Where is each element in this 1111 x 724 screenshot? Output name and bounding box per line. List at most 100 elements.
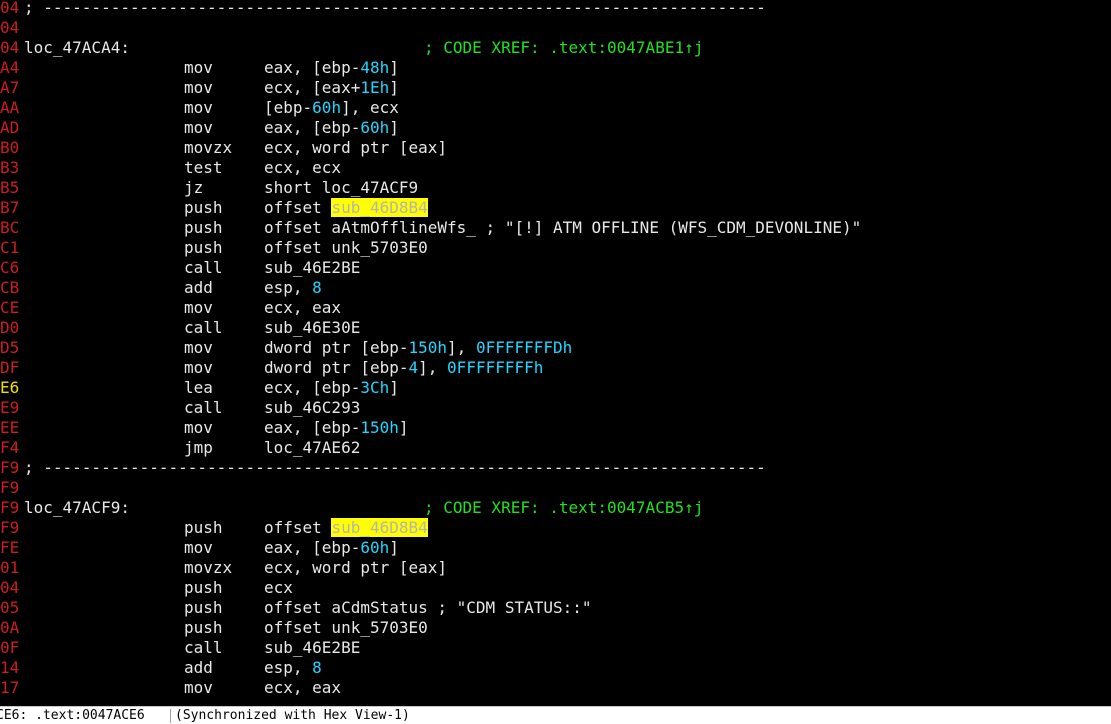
instruction-line[interactable]: FE mov eax, [ebp-60h] (0, 538, 1111, 558)
separator-comment: ; --------------------------------------… (24, 0, 766, 17)
status-divider (170, 709, 171, 723)
instruction-line[interactable]: A4 mov eax, [ebp-48h] (0, 58, 1111, 78)
instruction-mnemonic: mov (184, 538, 213, 557)
label-line[interactable]: F9 loc_47ACF9: ; CODE XREF: .text:0047ACB5… (0, 498, 1111, 518)
instruction-mnemonic: mov (184, 98, 213, 117)
instruction-line[interactable]: D5 mov dword ptr [ebp-150h], 0FFFFFFFDh (0, 338, 1111, 358)
line-address: D5 (0, 338, 20, 357)
xref-comment[interactable]: ; CODE XREF: .text:0047ABE1↑j (424, 38, 703, 58)
instruction-operands[interactable]: [ebp-60h], ecx (264, 98, 399, 118)
instruction-line[interactable]: C1 push offset unk_5703E0 (0, 238, 1111, 258)
instruction-line[interactable]: 0F call sub_46E2BE (0, 638, 1111, 658)
instruction-operands[interactable]: sub_46C293 (264, 398, 360, 418)
instruction-line[interactable]: D0 call sub_46E30E (0, 318, 1111, 338)
numeric-operand: 48h (360, 58, 390, 77)
separator-comment: ; --------------------------------------… (24, 458, 766, 477)
instruction-line[interactable]: 14 add esp, 8 (0, 658, 1111, 678)
instruction-operands[interactable]: ecx, word ptr [eax] (264, 558, 447, 578)
instruction-operands[interactable]: ecx, [eax+1Eh] (264, 78, 399, 98)
label-line[interactable]: 04 loc_47ACA4: ; CODE XREF: .text:0047ABE1… (0, 38, 1111, 58)
separator-line[interactable]: 04; ------------------------------------… (0, 0, 1111, 18)
instruction-line[interactable]: 17 mov ecx, eax (0, 678, 1111, 698)
instruction-line[interactable]: CE mov ecx, eax (0, 298, 1111, 318)
numeric-operand: 3Ch (360, 378, 390, 397)
operand-text: ecx, [ebp- (264, 378, 361, 397)
status-sync-info: (Synchronized with Hex View-1) (175, 708, 410, 723)
highlighted-symbol[interactable]: sub_46D8B4 (331, 198, 428, 217)
instruction-operands[interactable]: offset sub_46D8B4 (264, 518, 428, 538)
numeric-operand: 4 (408, 358, 419, 377)
instruction-line[interactable]: AD mov eax, [ebp-60h] (0, 118, 1111, 138)
instruction-operands[interactable]: loc_47AE62 (264, 438, 360, 458)
operand-text: ecx, eax (264, 678, 342, 697)
instruction-operands[interactable]: eax, [ebp-60h] (264, 118, 399, 138)
instruction-operands[interactable]: offset sub_46D8B4 (264, 198, 428, 218)
instruction-operands[interactable]: sub_46E2BE (264, 638, 360, 658)
instruction-line[interactable]: 0A push offset unk_5703E0 (0, 618, 1111, 638)
instruction-operands[interactable]: ecx, eax (264, 298, 341, 318)
blank-line[interactable]: 04 (0, 18, 1111, 38)
instruction-line[interactable]: 05 push offset aCdmStatus ; "CDM STATUS::" (0, 598, 1111, 618)
instruction-line[interactable]: E6 lea ecx, [ebp-3Ch] (0, 378, 1111, 398)
instruction-operands[interactable]: offset aCdmStatus ; "CDM STATUS::" (264, 598, 592, 618)
instruction-line[interactable]: BC push offset aAtmOfflineWfs_ ; "[!] ATM … (0, 218, 1111, 238)
line-address: 04 (0, 0, 20, 17)
disassembly-view[interactable]: 04; ------------------------------------… (0, 0, 1111, 708)
separator-line[interactable]: F9; ------------------------------------… (0, 458, 1111, 478)
instruction-operands[interactable]: offset unk_5703E0 (264, 618, 428, 638)
instruction-operands[interactable]: dword ptr [ebp-150h], 0FFFFFFFDh (264, 338, 572, 358)
instruction-line[interactable]: F4 jmp loc_47AE62 (0, 438, 1111, 458)
blank-line[interactable]: F9 (0, 478, 1111, 498)
instruction-line[interactable]: B3 test ecx, ecx (0, 158, 1111, 178)
xref-comment[interactable]: ; CODE XREF: .text:0047ACB5↑j (424, 498, 703, 518)
instruction-line[interactable]: EE mov eax, [ebp-150h] (0, 418, 1111, 438)
code-label[interactable]: loc_47ACA4: (24, 38, 130, 58)
operand-text: offset (264, 518, 332, 537)
code-label[interactable]: loc_47ACF9: (24, 498, 130, 518)
instruction-operands[interactable]: eax, [ebp-48h] (264, 58, 399, 78)
instruction-operands[interactable]: dword ptr [ebp-4], 0FFFFFFFFh (264, 358, 543, 378)
instruction-operands[interactable]: ecx, word ptr [eax] (264, 138, 447, 158)
instruction-operands[interactable]: offset unk_5703E0 (264, 238, 428, 258)
instruction-operands[interactable]: ecx, [ebp-3Ch] (264, 378, 399, 398)
instruction-line[interactable]: AA mov [ebp-60h], ecx (0, 98, 1111, 118)
instruction-operands[interactable]: short loc_47ACF9 (264, 178, 418, 198)
instruction-operands[interactable]: eax, [ebp-60h] (264, 538, 399, 558)
instruction-mnemonic: test (184, 158, 223, 177)
instruction-line[interactable]: 01 movzx ecx, word ptr [eax] (0, 558, 1111, 578)
instruction-operands[interactable]: eax, [ebp-150h] (264, 418, 409, 438)
instruction-operands[interactable]: offset aAtmOfflineWfs_ ; "[!] ATM OFFLIN… (264, 218, 861, 238)
line-address: B5 (0, 178, 20, 197)
numeric-operand: 1Eh (360, 78, 390, 97)
operand-text: [ebp- (264, 98, 313, 117)
instruction-line[interactable]: B0 movzx ecx, word ptr [eax] (0, 138, 1111, 158)
instruction-mnemonic: call (184, 258, 223, 277)
instruction-line[interactable]: DF mov dword ptr [ebp-4], 0FFFFFFFFh (0, 358, 1111, 378)
instruction-line[interactable]: CB add esp, 8 (0, 278, 1111, 298)
line-address: EE (0, 418, 20, 437)
line-address: A7 (0, 78, 20, 97)
instruction-operands[interactable]: ecx (264, 578, 293, 598)
instruction-line[interactable]: E9 call sub_46C293 (0, 398, 1111, 418)
instruction-operands[interactable]: sub_46E30E (264, 318, 360, 338)
operand-text: ] (389, 378, 399, 397)
instruction-operands[interactable]: esp, 8 (264, 278, 322, 298)
line-address: F4 (0, 438, 20, 457)
line-address: 0F (0, 638, 20, 657)
highlighted-symbol[interactable]: sub_46D8B4 (331, 518, 428, 537)
instruction-mnemonic: mov (184, 418, 213, 437)
instruction-operands[interactable]: sub_46E2BE (264, 258, 360, 278)
instruction-line[interactable]: A7 mov ecx, [eax+1Eh] (0, 78, 1111, 98)
operand-text: esp, (264, 278, 313, 297)
instruction-line[interactable]: B7 push offset sub_46D8B4 (0, 198, 1111, 218)
numeric-operand: 150h (360, 418, 399, 437)
instruction-line[interactable]: 04 push ecx (0, 578, 1111, 598)
instruction-line[interactable]: F9 push offset sub_46D8B4 (0, 518, 1111, 538)
instruction-line[interactable]: C6 call sub_46E2BE (0, 258, 1111, 278)
operand-text: offset (264, 198, 332, 217)
instruction-line[interactable]: B5 jz short loc_47ACF9 (0, 178, 1111, 198)
instruction-operands[interactable]: ecx, eax (264, 678, 341, 698)
line-address: E6 (0, 378, 20, 397)
instruction-operands[interactable]: ecx, ecx (264, 158, 341, 178)
instruction-operands[interactable]: esp, 8 (264, 658, 322, 678)
